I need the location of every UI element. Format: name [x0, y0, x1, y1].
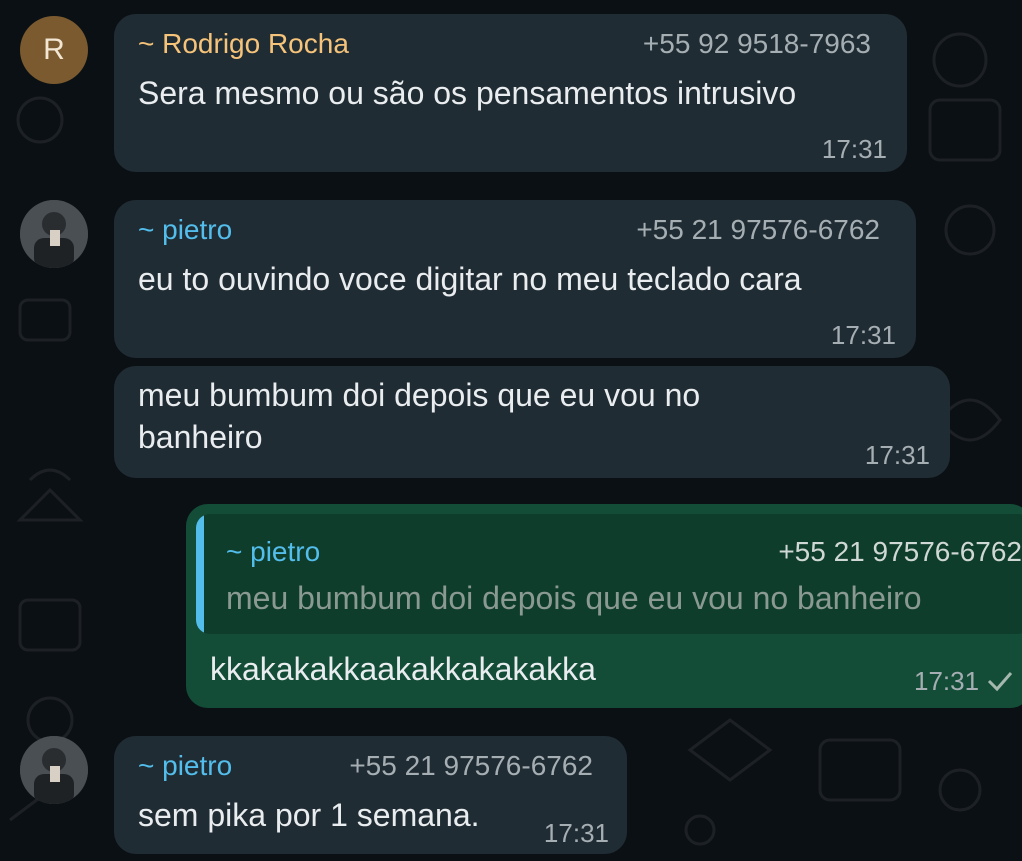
sender-name[interactable]: ~ pietro: [138, 750, 232, 782]
avatar-pietro-2[interactable]: [20, 736, 88, 804]
message-text: eu to ouvindo voce digitar no meu teclad…: [138, 261, 802, 297]
profile-photo: [20, 736, 88, 804]
message-time: 17:31: [864, 440, 930, 470]
quote-text: meu bumbum doi depois que eu vou no banh…: [226, 580, 922, 616]
sender-phone: +55 21 97576-6762: [636, 214, 880, 245]
message-time: 17:31: [543, 818, 609, 848]
profile-photo: [20, 200, 88, 268]
single-check-icon: [987, 672, 1013, 692]
message-time: 17:31: [914, 666, 980, 696]
quote-accent-bar: [196, 514, 204, 634]
message-bubble-rodrigo[interactable]: ~ Rodrigo Rocha +55 92 9518-7963 Sera me…: [114, 14, 907, 172]
message-text: Sera mesmo ou são os pensamentos intrusi…: [138, 75, 797, 111]
message-time: 17:31: [821, 134, 887, 164]
message-time: 17:31: [830, 320, 896, 350]
sender-phone: +55 21 97576-6762: [349, 750, 593, 781]
message-bubble-pietro-1[interactable]: ~ pietro +55 21 97576-6762 eu to ouvindo…: [114, 200, 916, 358]
message-bubble-outgoing[interactable]: ~ pietro +55 21 97576-6762 meu bumbum do…: [186, 504, 1022, 708]
message-bubble-pietro-2[interactable]: meu bumbum doi depois que eu vou no banh…: [114, 366, 950, 478]
sender-name[interactable]: ~ pietro: [138, 214, 232, 246]
sender-phone: +55 92 9518-7963: [642, 28, 871, 59]
quote-sender-phone: +55 21 97576-6762: [778, 536, 1022, 567]
message-text-line-1: meu bumbum doi depois que eu vou no: [138, 377, 701, 413]
quote-sender-name: ~ pietro: [226, 536, 321, 567]
message-text-line-2: banheiro: [138, 419, 263, 455]
avatar-rodrigo[interactable]: R: [20, 16, 88, 84]
quoted-message[interactable]: ~ pietro +55 21 97576-6762 meu bumbum do…: [196, 514, 1022, 634]
avatar-pietro[interactable]: [20, 200, 88, 268]
sender-name[interactable]: ~ Rodrigo Rocha: [138, 28, 349, 60]
message-text: sem pika por 1 semana.: [138, 797, 480, 833]
message-text: kkakakakkaakakkakakakka: [210, 651, 596, 687]
message-bubble-pietro-3[interactable]: ~ pietro +55 21 97576-6762 sem pika por …: [114, 736, 627, 854]
